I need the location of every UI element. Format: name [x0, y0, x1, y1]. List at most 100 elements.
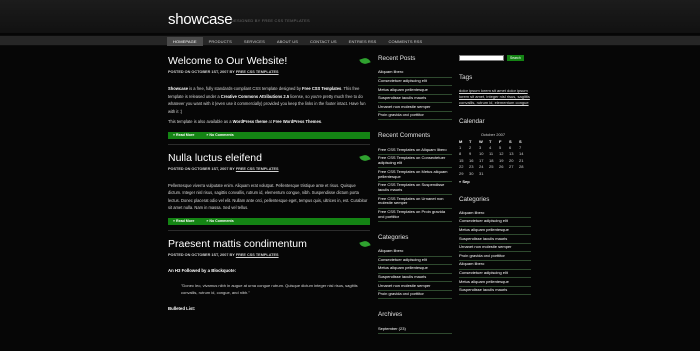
post-meta-prefix: POSTED ON OCTOBER 1ST, 2007 BY — [168, 252, 235, 257]
search-form: Search — [459, 55, 531, 61]
post-meta: POSTED ON OCTOBER 1ST, 2007 BY FREE CSS … — [168, 253, 370, 257]
categories-list: Aliquam libero Consectetuer adipiscing e… — [459, 210, 531, 296]
post-meta: POSTED ON OCTOBER 1ST, 2007 BY FREE CSS … — [168, 167, 370, 171]
site-header: showcase designed by free css templates — [0, 0, 700, 33]
category-link[interactable]: Suspendisse iaculis mauris — [378, 274, 452, 283]
comments-link[interactable]: » No Comments — [206, 133, 233, 137]
recent-comment-link[interactable]: Free CSS Templates on Aliquam libero — [378, 146, 452, 156]
site-logo[interactable]: showcase — [168, 11, 233, 28]
category-link[interactable]: Urnanet non molestie semper — [459, 244, 531, 253]
post-body: Pellentesque viverra vulputate enim. Ali… — [168, 182, 370, 212]
calendar-caption: October 2007 — [480, 132, 506, 137]
read-more-link[interactable]: » Read More — [173, 219, 194, 223]
leaf-icon — [359, 153, 371, 162]
nav-products[interactable]: PRODUCTS — [203, 37, 238, 46]
post-author-link[interactable]: FREE CSS TEMPLATES — [236, 253, 279, 257]
post-paragraph: This template is also available as a Wor… — [168, 118, 370, 126]
post-link[interactable]: Free WordPress Themes — [273, 119, 321, 124]
search-button[interactable]: Search — [507, 55, 524, 61]
categories-block: Categories Aliquam libero Consectetuer a… — [378, 234, 452, 300]
category-link[interactable]: Consectetuer adipiscing elit — [459, 270, 531, 279]
tags-link[interactable]: dolor ipsum lorem sit amet dolor ipsum l… — [459, 88, 530, 105]
recent-post-link[interactable]: Proin gravida orci porttitor — [378, 112, 452, 121]
post-divider — [168, 229, 370, 231]
category-link[interactable]: Consectetuer adipiscing elit — [459, 218, 531, 227]
post-list-heading: Bulleted List: — [168, 305, 196, 311]
category-link[interactable]: Proin gravida orci porttitor — [378, 291, 452, 300]
post-text: . — [321, 119, 323, 124]
category-link[interactable]: Aliquam libero — [378, 248, 452, 257]
tags-block: Tags dolor ipsum lorem sit amet dolor ip… — [459, 74, 531, 106]
calendar-table: M T W T F S S 1 2 3 4 5 6 7 8 9 10 11 12… — [459, 138, 529, 177]
calendar-day: 31 — [479, 170, 484, 176]
recent-post-link[interactable]: Aliquam libero — [378, 69, 452, 78]
recent-comment-link[interactable]: Free CSS Templates on Metus aliquam pell… — [378, 168, 452, 182]
category-link[interactable]: Proin gravida orci porttitor — [459, 252, 531, 261]
tags-cloud: dolor ipsum lorem sit amet dolor ipsum l… — [459, 88, 531, 106]
category-link[interactable]: Aliquam libero — [459, 210, 531, 219]
post-paragraph: Pellentesque viverra vulputate enim. Ali… — [168, 182, 368, 211]
sidebar-right: Search Tags dolor ipsum lorem sit amet d… — [459, 55, 531, 307]
category-link[interactable]: Metus aliquam pellentesque — [459, 227, 531, 236]
nav-entries-rss[interactable]: ENTRIES RSS — [343, 37, 383, 46]
search-input[interactable] — [459, 55, 504, 61]
recent-post-link[interactable]: Metus aliquam pellentesque — [378, 86, 452, 95]
recent-posts-title: Recent Posts — [378, 55, 416, 62]
archives-block: Archives September (23) — [378, 311, 452, 334]
archives-title: Archives — [378, 311, 403, 319]
calendar-block: Calendar October 2007 M T W T F S S 1 2 … — [459, 118, 531, 184]
post-paragraph: Showcase is a free, fully standards-comp… — [168, 85, 370, 115]
post-title[interactable]: Welcome to Our Website! — [168, 55, 353, 68]
category-link[interactable]: Suspendisse iaculis mauris — [459, 287, 531, 296]
recent-post-link[interactable]: Suspendisse iaculis mauris — [378, 95, 452, 104]
recent-comments-list: Free CSS Templates on Aliquam libero Fre… — [378, 146, 452, 222]
calendar-day — [499, 170, 509, 177]
calendar-prev-link[interactable]: « Sep — [459, 179, 531, 184]
post-body: Showcase is a free, fully standards-comp… — [168, 85, 370, 126]
recent-comment-link[interactable]: Free CSS Templates on Suspendisse iaculi… — [378, 182, 452, 196]
calendar-title: Calendar — [459, 118, 485, 125]
recent-post-link[interactable]: Urnanet non molestie semper — [378, 103, 452, 112]
recent-comments-block: Recent Comments Free CSS Templates on Al… — [378, 132, 452, 222]
calendar-week-row: 29 30 31 — [459, 170, 529, 177]
leaf-icon — [359, 239, 371, 248]
category-link[interactable]: Aliquam libero — [459, 261, 531, 270]
nav-services[interactable]: SERVICES — [238, 37, 271, 46]
post-title[interactable]: Praesent mattis condimentum — [168, 238, 353, 251]
calendar-day — [489, 170, 499, 177]
category-link[interactable]: Metus aliquam pellentesque — [378, 265, 452, 274]
post-bold-text: Showcase — [168, 86, 189, 91]
category-link[interactable]: Metus aliquam pellentesque — [459, 278, 531, 287]
archive-link[interactable]: September (23) — [378, 325, 452, 334]
nav-about-us[interactable]: ABOUT US — [271, 37, 304, 46]
recent-comment-link[interactable]: Free CSS Templates on Consectetuer adipi… — [378, 155, 452, 169]
post: Nulla luctus eleifend POSTED ON OCTOBER … — [168, 152, 371, 225]
post-subheading: An H3 Followed by a Blockquote: — [168, 267, 237, 273]
category-link[interactable]: Suspendisse iaculis mauris — [459, 235, 531, 244]
recent-posts-block: Recent Posts Aliquam libero Consectetuer… — [378, 55, 452, 121]
post-title[interactable]: Nulla luctus eleifend — [168, 152, 353, 165]
category-link[interactable]: Urnanet non molestie semper — [378, 282, 452, 291]
recent-post-link[interactable]: Consectetuer adipiscing elit — [378, 78, 452, 87]
post-link[interactable]: WordPress theme — [233, 119, 268, 124]
recent-comment-link[interactable]: Free CSS Templates on Urnanet non molest… — [378, 195, 452, 209]
post-link[interactable]: Free CSS Templates — [302, 86, 341, 91]
post-meta: POSTED ON OCTOBER 1ST, 2007 BY FREE CSS … — [168, 70, 370, 74]
nav-comments-rss[interactable]: COMMENTS RSS — [382, 37, 428, 46]
main-content: Welcome to Our Website! POSTED ON OCTOBE… — [168, 55, 371, 311]
post-text: This template is also available as a — [168, 119, 233, 124]
post-meta-prefix: POSTED ON OCTOBER 1ST, 2007 BY — [168, 70, 235, 74]
post-author-link[interactable]: FREE CSS TEMPLATES — [236, 70, 279, 74]
post-blockquote: "Donec leo, vivamus nibh in augue at urn… — [181, 282, 358, 296]
nav-contact-us[interactable]: CONTACT US — [304, 37, 343, 46]
read-more-link[interactable]: » Read More — [173, 133, 194, 137]
nav-homepage[interactable]: HOMEPAGE — [167, 37, 203, 46]
comments-link[interactable]: » No Comments — [206, 219, 233, 223]
category-link[interactable]: Consectetuer adipiscing elit — [378, 257, 452, 266]
recent-posts-list: Aliquam libero Consectetuer adipiscing e… — [378, 69, 452, 121]
post-link[interactable]: Creative Commons Attributions 2.5 — [221, 94, 289, 99]
recent-comment-link[interactable]: Free CSS Templates on Proin gravida orci… — [378, 209, 452, 222]
post-links-bar: » Read More » No Comments — [168, 131, 370, 139]
post-author-link[interactable]: FREE CSS TEMPLATES — [236, 167, 279, 171]
tags-title: Tags — [459, 74, 473, 81]
